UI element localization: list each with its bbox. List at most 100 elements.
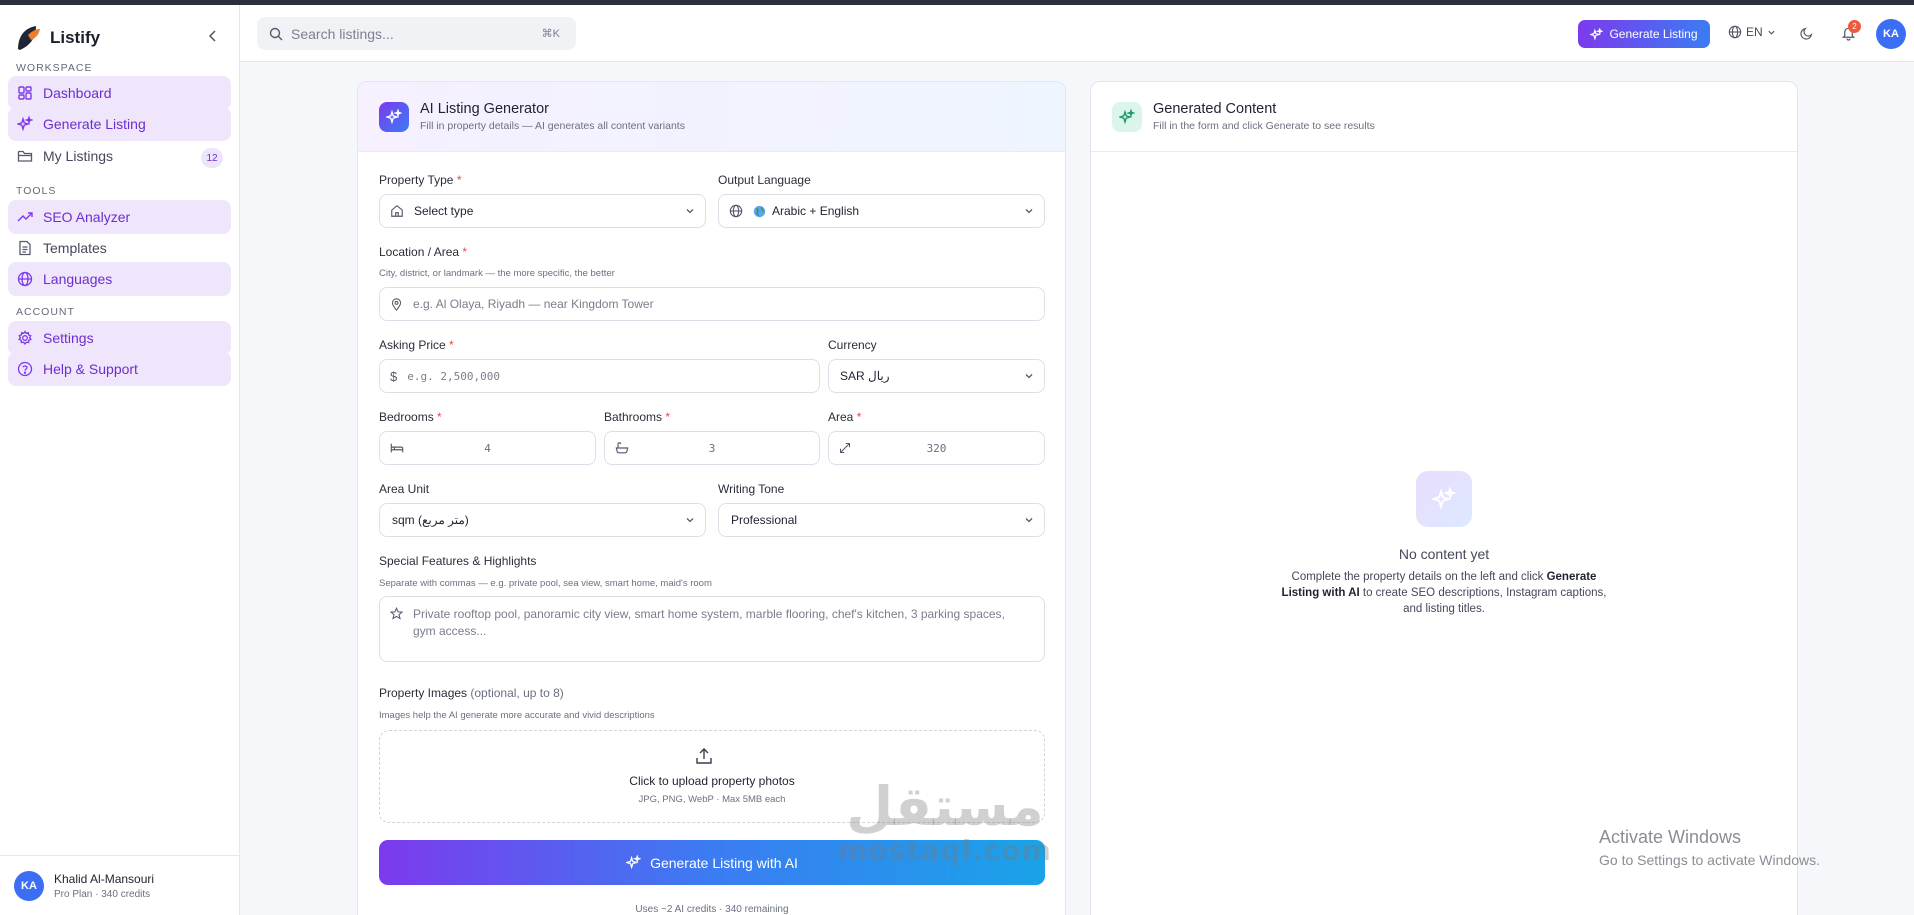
sidebar-item-seo-analyzer[interactable]: SEO Analyzer: [8, 200, 231, 234]
features-placeholder: Private rooftop pool, panoramic city vie…: [413, 607, 1005, 638]
trending-up-icon: [17, 212, 33, 222]
globe-emoji-icon: [753, 205, 766, 217]
sidebar-item-templates[interactable]: Templates: [8, 231, 231, 265]
property-type-label: Property Type *: [379, 173, 462, 187]
sidebar-item-label: Settings: [43, 330, 94, 346]
credits-note: Uses ~2 AI credits · 340 remaining: [635, 904, 789, 915]
currency-select[interactable]: SAR ريال: [828, 359, 1045, 393]
location-input[interactable]: e.g. Al Olaya, Riyadh — near Kingdom Tow…: [379, 287, 1045, 321]
generated-title: Generated Content: [1153, 101, 1277, 117]
chevron-down-icon: [686, 518, 694, 523]
generated-header-icon: [1112, 101, 1142, 132]
language-selector[interactable]: EN: [1728, 25, 1776, 39]
area-placeholder: 320: [926, 441, 947, 455]
features-label: Special Features & Highlights: [379, 554, 537, 568]
sidebar-item-label: Generate Listing: [43, 116, 146, 132]
location-placeholder: e.g. Al Olaya, Riyadh — near Kingdom Tow…: [413, 297, 654, 311]
avatar: KA: [14, 870, 44, 901]
bedrooms-input[interactable]: 4: [379, 431, 596, 465]
sparkles-icon: [386, 108, 402, 124]
property-type-select[interactable]: Select type: [379, 194, 706, 228]
search-placeholder: Search listings...: [291, 25, 394, 42]
star-icon: [390, 607, 403, 620]
home-icon: [391, 205, 403, 217]
search-icon: [269, 27, 283, 40]
section-title-tools: TOOLS: [16, 185, 57, 197]
header-avatar[interactable]: KA: [1876, 19, 1906, 49]
header-generate-listing-button[interactable]: Generate Listing: [1578, 20, 1710, 48]
location-help: City, district, or landmark — the more s…: [379, 268, 615, 279]
asking-price-input[interactable]: $ e.g. 2,500,000: [379, 359, 820, 393]
generate-button-label: Generate Listing with AI: [650, 854, 798, 871]
help-circle-icon: [17, 361, 33, 377]
user-profile[interactable]: KA Khalid Al-Mansouri Pro Plan · 340 cre…: [0, 855, 240, 915]
listings-count-badge: 12: [201, 148, 223, 168]
generator-card-header: AI Listing Generator Fill in property de…: [358, 82, 1065, 152]
sidebar-item-languages[interactable]: Languages: [8, 262, 231, 296]
section-title-workspace: WORKSPACE: [16, 62, 93, 74]
sidebar-item-label: Help & Support: [43, 361, 138, 377]
area-input[interactable]: 320: [828, 431, 1045, 465]
writing-tone-value: Professional: [731, 513, 798, 527]
currency-label: Currency: [828, 338, 877, 352]
features-textarea[interactable]: Private rooftop pool, panoramic city vie…: [379, 596, 1045, 662]
generated-card-header: Generated Content Fill in the form and c…: [1091, 82, 1797, 152]
upload-icon: [696, 748, 712, 764]
header-generate-label: Generate Listing: [1609, 27, 1698, 41]
asking-price-label: Asking Price *: [379, 338, 454, 352]
chevron-down-icon: [686, 209, 694, 214]
empty-state-icon: [1416, 471, 1472, 527]
language-label: EN: [1746, 25, 1763, 39]
sidebar-item-help-support[interactable]: Help & Support: [8, 352, 231, 386]
asking-price-placeholder: e.g. 2,500,000: [407, 369, 500, 383]
sidebar-item-my-listings[interactable]: My Listings 12: [8, 139, 231, 173]
sidebar-item-label: My Listings: [43, 148, 114, 164]
sparkles-icon: [1590, 27, 1604, 41]
generated-subtitle: Fill in the form and click Generate to s…: [1153, 120, 1375, 132]
empty-state-description: Complete the property details on the lef…: [1281, 571, 1607, 615]
output-language-select[interactable]: Arabic + English: [718, 194, 1045, 228]
collapse-sidebar-icon[interactable]: [208, 29, 218, 43]
images-help: Images help the AI generate more accurat…: [379, 710, 655, 721]
brand[interactable]: Listify: [14, 19, 100, 57]
sparkles-icon: [1119, 108, 1135, 124]
dark-mode-toggle-icon[interactable]: [1800, 26, 1814, 40]
sidebar-item-settings[interactable]: Settings: [8, 321, 231, 355]
globe-icon: [17, 271, 33, 287]
globe-icon: [729, 204, 743, 218]
area-unit-value: sqm (متر مربع): [392, 513, 469, 527]
app-name: Listify: [50, 28, 101, 47]
globe-icon: [1728, 25, 1742, 39]
top-header: Search listings... ⌘K Generate Listing E…: [240, 5, 1914, 62]
sidebar-item-generate-listing[interactable]: Generate Listing: [8, 107, 231, 141]
sidebar-item-dashboard[interactable]: Dashboard: [8, 76, 231, 110]
chevron-down-icon: [1025, 374, 1033, 379]
dollar-icon: $: [390, 368, 398, 384]
area-unit-select[interactable]: sqm (متر مربع): [379, 503, 706, 537]
images-label: Property Images (optional, up to 8): [379, 686, 564, 700]
property-type-value: Select type: [414, 204, 474, 218]
folder-icon: [17, 150, 33, 162]
activate-windows-overlay: Activate Windows Go to Settings to activ…: [1599, 827, 1820, 868]
listify-logo-icon: [18, 26, 40, 50]
sidebar-item-label: Dashboard: [43, 85, 112, 101]
bedrooms-placeholder: 4: [484, 441, 491, 455]
sparkles-icon: [626, 855, 642, 870]
generator-header-icon: [379, 101, 409, 132]
search-shortcut: ⌘K: [541, 28, 560, 40]
output-language-value: Arabic + English: [772, 204, 860, 218]
currency-value: SAR ريال: [840, 369, 890, 383]
sidebar-item-label: Languages: [43, 271, 113, 287]
user-plan: Pro Plan · 340 credits: [54, 888, 151, 900]
section-title-account: ACCOUNT: [16, 306, 75, 318]
search-input[interactable]: Search listings... ⌘K: [257, 17, 576, 50]
writing-tone-label: Writing Tone: [718, 482, 785, 496]
bathrooms-label: Bathrooms *: [604, 410, 671, 424]
output-language-label: Output Language: [718, 173, 811, 187]
features-help: Separate with commas — e.g. private pool…: [379, 578, 712, 589]
grid-icon: [18, 86, 32, 100]
bathrooms-input[interactable]: 3: [604, 431, 820, 465]
bathrooms-placeholder: 3: [708, 441, 716, 455]
sparkles-icon: [17, 116, 33, 132]
writing-tone-select[interactable]: Professional: [718, 503, 1045, 537]
